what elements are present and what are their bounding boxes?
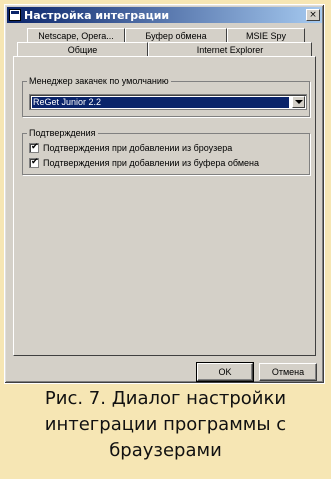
cancel-button[interactable]: Отмена (259, 363, 317, 381)
confirm-from-clipboard-label: Подтверждения при добавлении из буфера о… (43, 158, 260, 168)
dialog-window: Настройка интеграции × Netscape, Opera..… (4, 4, 325, 384)
tab-internet-explorer[interactable]: Internet Explorer (148, 42, 312, 56)
confirm-from-clipboard-checkbox[interactable]: ✔ (29, 157, 39, 168)
close-button[interactable]: × (306, 9, 320, 21)
caption-line-2: интеграции программы с (44, 414, 287, 435)
tab-netscape-opera[interactable]: Netscape, Opera... (27, 28, 125, 42)
download-manager-selected-value: ReGet Junior 2.2 (32, 97, 289, 108)
ok-button[interactable]: OK (196, 362, 254, 382)
figure-frame: Настройка интеграции × Netscape, Opera..… (0, 0, 331, 479)
title-bar[interactable]: Настройка интеграции × (7, 7, 322, 23)
tab-general[interactable]: Общие (17, 42, 148, 56)
figure-caption: Рис. 7. Диалог настройки интеграции прог… (0, 386, 331, 479)
caption-line-3: браузерами (109, 440, 222, 461)
download-manager-group: Менеджер закачек по умолчанию ReGet Juni… (22, 75, 310, 117)
confirm-from-browser-checkbox[interactable]: ✔ (29, 142, 39, 153)
window-title: Настройка интеграции (24, 8, 170, 22)
confirm-from-clipboard-row[interactable]: ✔ Подтверждения при добавлении из буфера… (29, 157, 259, 169)
confirmations-group-label: Подтверждения (27, 127, 98, 139)
tab-clipboard[interactable]: Буфер обмена (125, 28, 227, 42)
confirm-from-browser-label: Подтверждения при добавлении из броузера (43, 143, 233, 153)
confirm-from-browser-row[interactable]: ✔ Подтверждения при добавлении из броузе… (29, 142, 232, 154)
caption-line-1: Рис. 7. Диалог настройки (44, 388, 287, 409)
download-manager-group-label: Менеджер закачек по умолчанию (27, 75, 171, 87)
app-icon (9, 9, 21, 21)
confirmations-group: Подтверждения ✔ Подтверждения при добавл… (22, 127, 310, 175)
check-mark-icon: ✔ (31, 157, 39, 167)
chevron-down-icon[interactable] (292, 96, 305, 108)
check-mark-icon: ✔ (31, 142, 39, 152)
tab-msie-spy[interactable]: MSIE Spy (227, 28, 305, 42)
tab-panel-general: Менеджер закачек по умолчанию ReGet Juni… (13, 56, 316, 356)
download-manager-select[interactable]: ReGet Junior 2.2 (29, 94, 307, 110)
